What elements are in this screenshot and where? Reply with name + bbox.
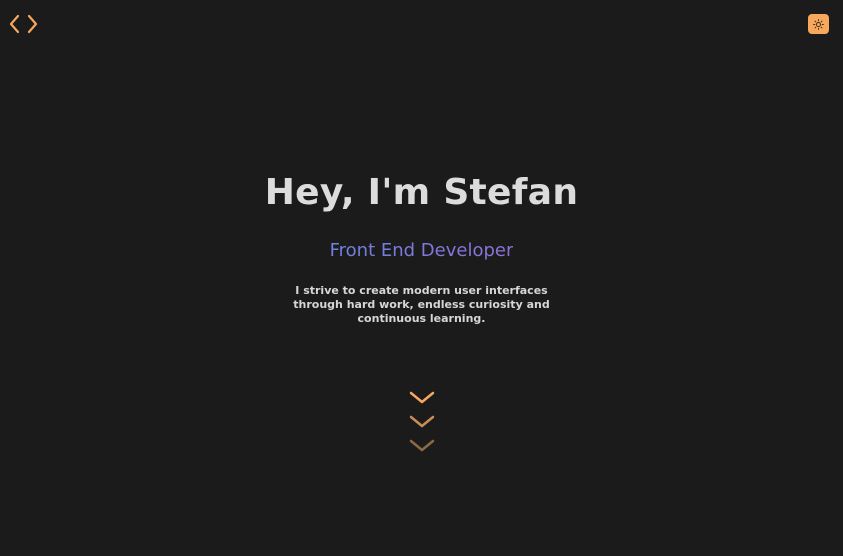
theme-toggle-button[interactable]: [808, 14, 829, 34]
hero-role-text: Front End Developer: [329, 240, 514, 261]
chevron-down-icon: [409, 391, 435, 404]
hero-description: I strive to create modern user interface…: [293, 284, 550, 325]
scroll-down-button[interactable]: [409, 390, 435, 456]
sun-icon: [813, 18, 824, 30]
chevron-down-icon: [409, 415, 435, 428]
logo-code-icon[interactable]: [8, 14, 40, 34]
hero-role: Front End Developer: [0, 239, 843, 263]
chevron-down-icon: [409, 439, 435, 452]
hero-title: Hey, I'm Stefan: [264, 172, 579, 213]
